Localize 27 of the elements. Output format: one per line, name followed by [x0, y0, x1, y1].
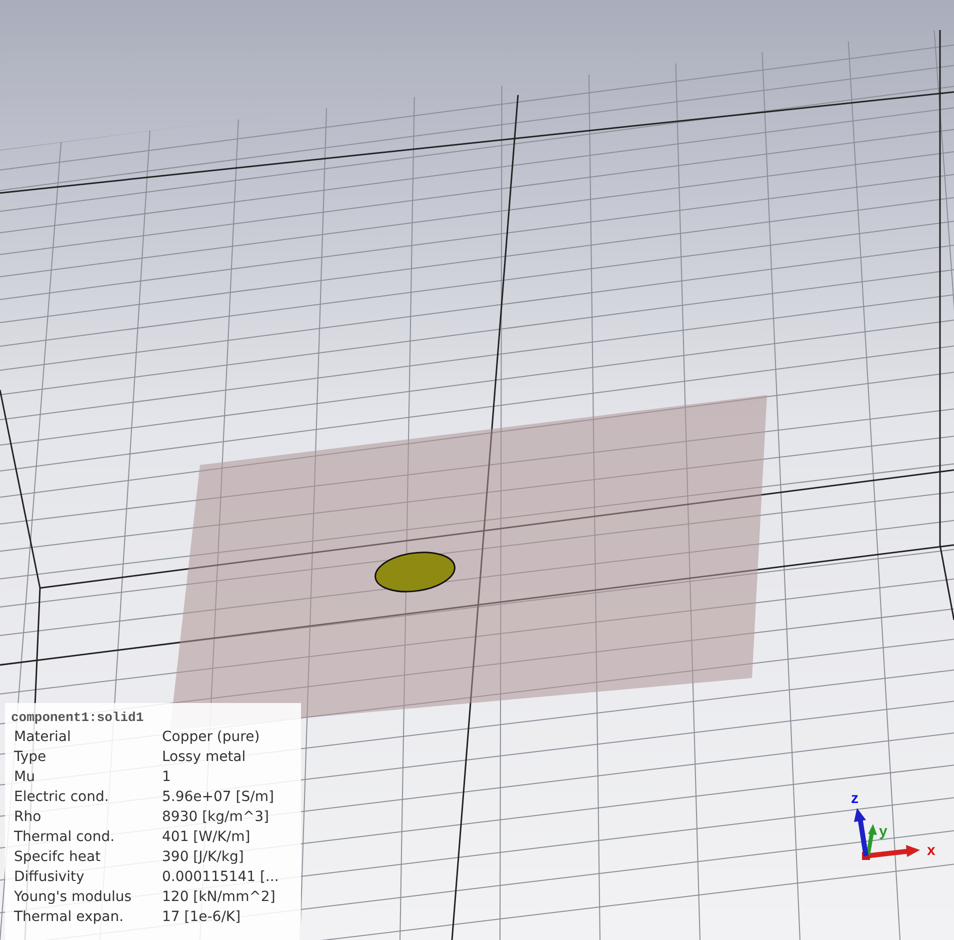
property-value: 0.000115141 [...	[162, 868, 279, 887]
property-value: Copper (pure)	[162, 728, 260, 747]
y-axis-label: y	[879, 823, 888, 840]
property-label: Specifc heat	[14, 848, 102, 867]
property-value: 17 [1e-6/K]	[162, 908, 241, 927]
property-value: 5.96e+07 [S/m]	[162, 788, 274, 807]
property-label: Type	[14, 748, 48, 767]
property-label: Young's modulus	[14, 888, 133, 907]
property-label: Thermal expan.	[14, 908, 125, 927]
property-value: 401 [W/K/m]	[162, 828, 250, 847]
z-axis-label: z	[851, 790, 858, 807]
property-label: Rho	[14, 808, 42, 827]
property-label: Material	[14, 728, 72, 747]
property-label: Mu	[14, 768, 36, 787]
property-label: Thermal cond.	[14, 828, 116, 847]
property-value: Lossy metal	[162, 748, 246, 767]
property-label: Electric cond.	[14, 788, 110, 807]
property-value: 1	[162, 768, 171, 787]
property-value: 8930 [kg/m^3]	[162, 808, 269, 827]
panel-title: component1:solid1	[11, 709, 145, 727]
property-value: 120 [kN/mm^2]	[162, 888, 276, 907]
y-axis-arrow	[866, 824, 877, 856]
property-value: 390 [J/K/kg]	[162, 848, 244, 867]
x-axis-arrow	[862, 845, 920, 860]
x-axis-label: x	[927, 842, 936, 859]
z-axis-arrow	[854, 808, 868, 856]
property-label: Diffusivity	[14, 868, 86, 887]
